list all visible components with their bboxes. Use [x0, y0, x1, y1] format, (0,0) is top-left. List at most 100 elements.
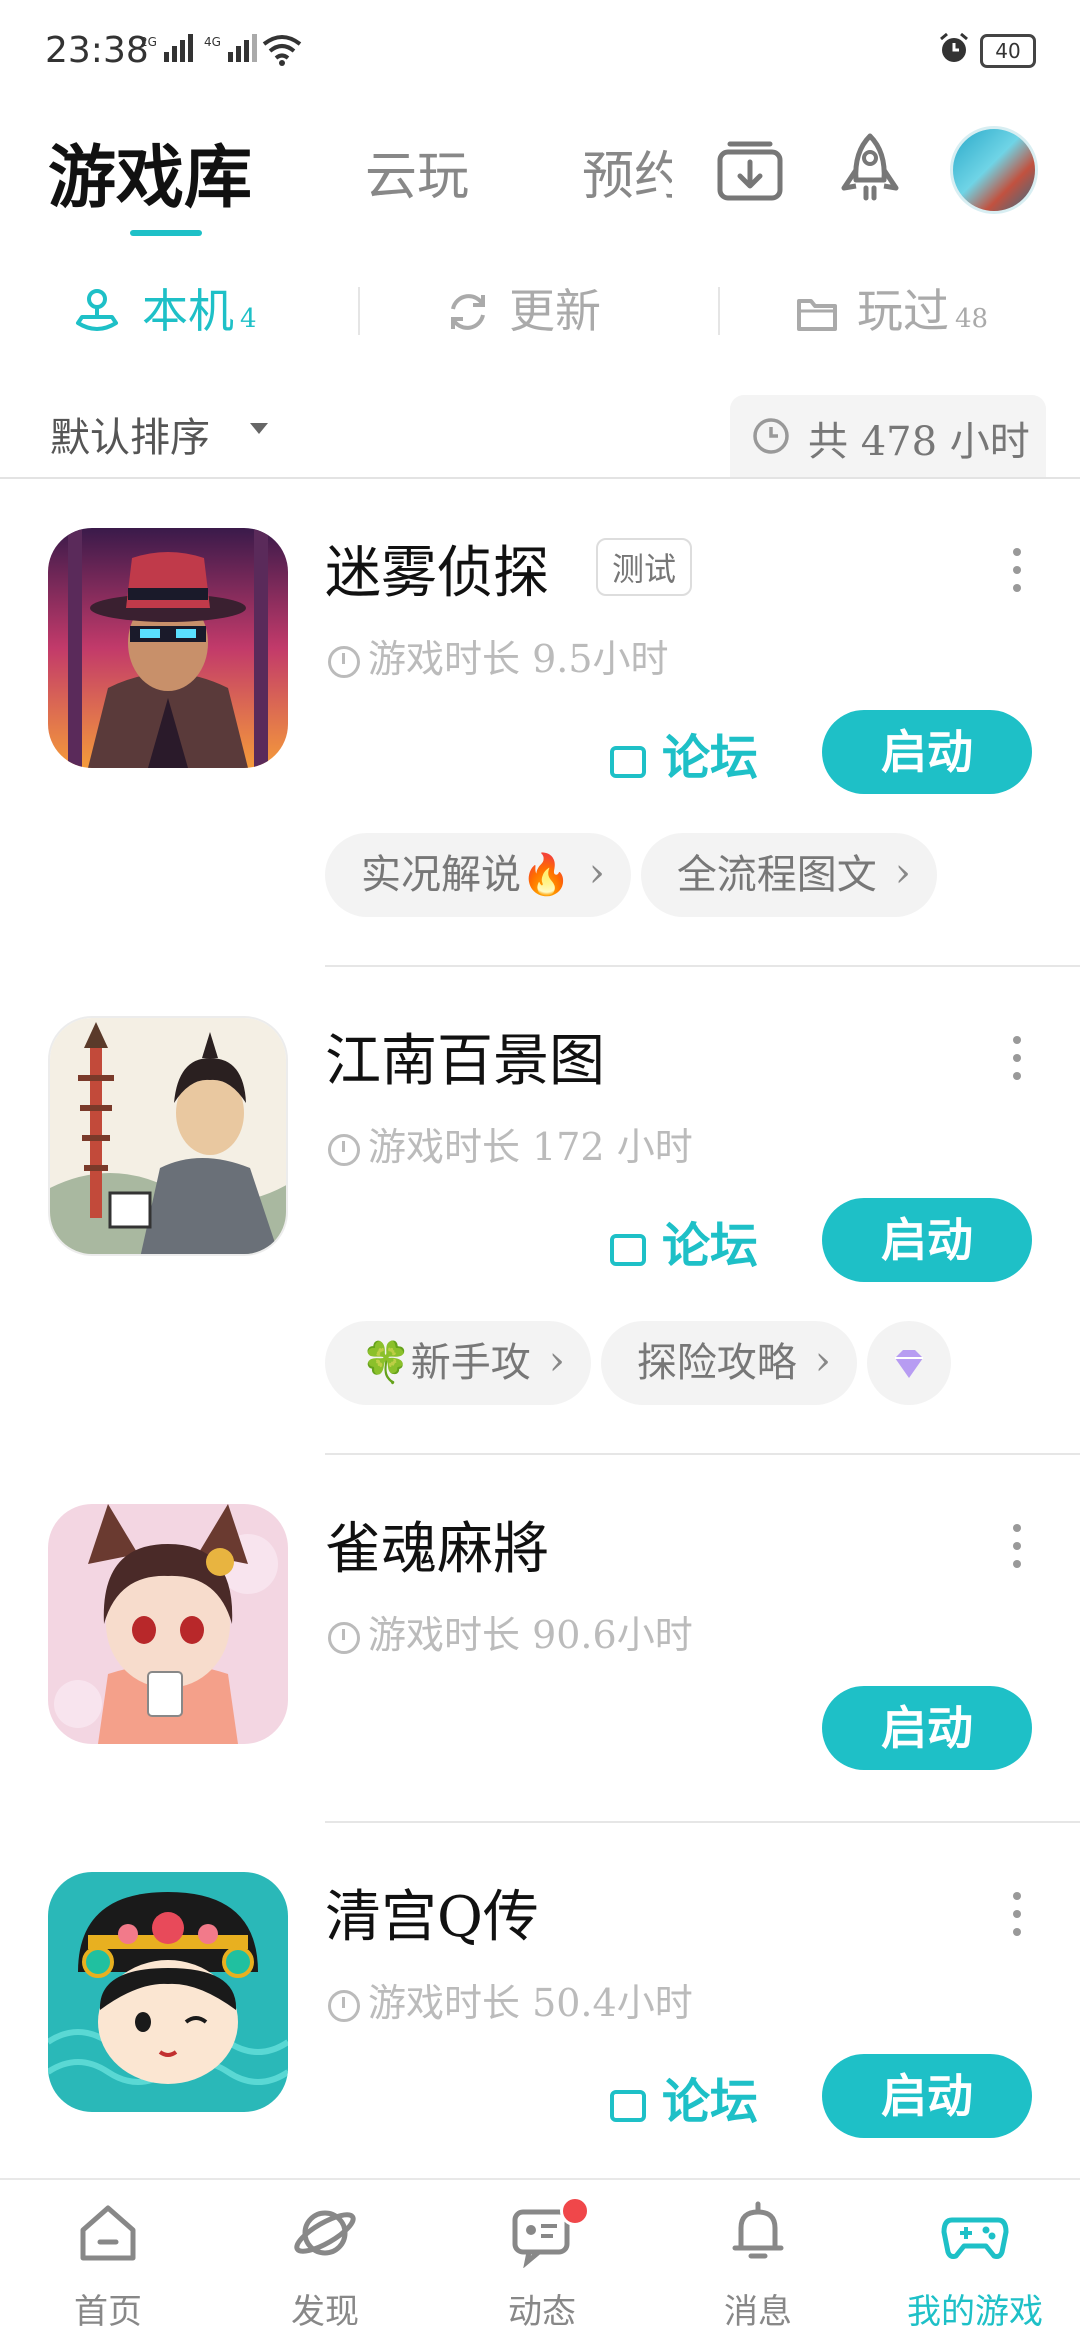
- forum-label: 论坛: [662, 1218, 759, 1274]
- clock-icon: [328, 1622, 360, 1654]
- tab-game-library[interactable]: 游戏库: [48, 122, 252, 221]
- sort-bar: 默认排序 共 478 小时: [0, 395, 1080, 477]
- subtab-local[interactable]: 本机 4: [72, 275, 257, 341]
- game-icon-mist-detective[interactable]: [48, 528, 288, 768]
- total-playtime-label: 共 478 小时: [808, 419, 1030, 465]
- playtime: 游戏时长 90.6小时: [328, 1604, 693, 1659]
- tab-cloud-play[interactable]: 云玩: [365, 134, 469, 209]
- more-options-icon[interactable]: [1012, 1892, 1022, 1952]
- total-playtime: 共 478 小时: [730, 395, 1046, 477]
- subtab-played[interactable]: 玩过 48: [795, 275, 988, 341]
- forum-label: 论坛: [662, 730, 759, 786]
- tab-active-indicator: [130, 230, 202, 236]
- caret-down-icon[interactable]: [250, 423, 268, 434]
- nav-my-games[interactable]: 我的游戏: [895, 2198, 1055, 2333]
- guide-chip[interactable]: 🍀新手攻: [325, 1321, 591, 1405]
- chat-icon: [610, 2090, 646, 2122]
- playtime: 游戏时长 9.5小时: [328, 628, 669, 683]
- forum-label: 论坛: [662, 2074, 759, 2130]
- guide-chips: 实况解说🔥全流程图文: [325, 833, 1080, 917]
- nav-my-games-label: 我的游戏: [907, 2292, 1043, 2332]
- svg-text:4G: 4G: [204, 35, 221, 49]
- launch-button[interactable]: 启动: [822, 1686, 1032, 1770]
- nav-home[interactable]: 首页: [28, 2198, 188, 2333]
- game-title[interactable]: 雀魂麻將: [325, 1504, 549, 1585]
- launch-button[interactable]: 启动: [822, 710, 1032, 794]
- game-title[interactable]: 迷雾侦探: [325, 528, 549, 609]
- nav-feed[interactable]: 动态: [462, 2196, 622, 2333]
- user-avatar[interactable]: [950, 126, 1038, 214]
- nav-home-label: 首页: [74, 2292, 142, 2332]
- subtab-divider: [358, 287, 360, 335]
- clock-icon: [328, 646, 360, 678]
- playtime-text: 游戏时长 172 小时: [368, 1125, 693, 1169]
- forum-button[interactable]: 论坛: [610, 718, 758, 788]
- subtab-update-label: 更新: [509, 284, 601, 338]
- forum-button[interactable]: 论坛: [610, 1206, 758, 1276]
- game-title[interactable]: 清宫Q传: [325, 1872, 539, 1953]
- guide-chip[interactable]: 实况解说🔥: [325, 833, 631, 917]
- subtab-local-label: 本机: [142, 284, 234, 338]
- wifi-icon: [262, 34, 302, 70]
- planet-icon: [294, 2210, 356, 2256]
- more-options-icon[interactable]: [1012, 548, 1022, 608]
- clock-icon: [328, 1990, 360, 2022]
- clock-icon: [328, 1134, 360, 1166]
- subtab-local-count: 4: [240, 304, 257, 334]
- sub-tabs: 本机 4 更新 玩过 48: [0, 265, 1080, 355]
- subtab-played-count: 48: [955, 304, 989, 334]
- playtime: 游戏时长 172 小时: [328, 1116, 693, 1171]
- top-navigation: 游戏库 云玩 预约: [0, 110, 1080, 240]
- game-title[interactable]: 江南百景图: [325, 1016, 605, 1097]
- nav-feed-label: 动态: [508, 2292, 576, 2332]
- joystick-icon: [76, 289, 118, 331]
- divider: [0, 477, 1080, 479]
- game-icon-mahjong-soul[interactable]: [48, 1504, 288, 1744]
- guide-chip[interactable]: 全流程图文: [640, 833, 937, 917]
- tab-preorder[interactable]: 预约: [582, 134, 672, 209]
- guide-chips: 🍀新手攻探险攻略: [325, 1321, 1080, 1405]
- subtab-divider: [718, 287, 720, 335]
- status-time: 23:38: [45, 30, 149, 71]
- game-icon-jiangnan[interactable]: [48, 1016, 288, 1256]
- refresh-icon: [451, 294, 485, 330]
- subtab-played-label: 玩过: [857, 284, 949, 338]
- nav-discover-label: 发现: [291, 2292, 359, 2332]
- more-options-icon[interactable]: [1012, 1524, 1022, 1584]
- playtime-text: 游戏时长 50.4小时: [368, 1981, 693, 2025]
- svg-text:2G: 2G: [140, 35, 157, 49]
- nav-messages-label: 消息: [724, 2292, 792, 2332]
- folder-icon: [797, 299, 837, 331]
- battery-indicator: 40: [980, 34, 1036, 68]
- divider: [325, 965, 1080, 967]
- playtime: 游戏时长 50.4小时: [328, 1972, 693, 2027]
- nav-discover[interactable]: 发现: [245, 2198, 405, 2333]
- guide-chip[interactable]: 探险攻略: [600, 1321, 857, 1405]
- notification-dot: [560, 2196, 590, 2226]
- bottom-navigation: 首页 发现 动态 消息 我的游戏: [0, 2178, 1080, 2342]
- sort-dropdown[interactable]: 默认排序: [50, 405, 210, 463]
- home-icon: [80, 2205, 136, 2261]
- clock-icon: [753, 418, 789, 454]
- launch-button[interactable]: 启动: [822, 1198, 1032, 1282]
- download-icon[interactable]: [710, 130, 790, 210]
- subtab-update[interactable]: 更新: [445, 275, 601, 341]
- nav-messages[interactable]: 消息: [678, 2198, 838, 2333]
- diamond-icon[interactable]: [866, 1321, 951, 1405]
- forum-button[interactable]: 论坛: [610, 2062, 758, 2132]
- divider: [325, 1821, 1080, 1823]
- game-icon-qinggong[interactable]: [48, 1872, 288, 2112]
- divider: [325, 1453, 1080, 1455]
- test-badge: 测试: [596, 538, 693, 596]
- rocket-icon[interactable]: [830, 130, 910, 210]
- launch-button[interactable]: 启动: [822, 2054, 1032, 2138]
- gamepad-icon: [941, 2217, 1009, 2259]
- bell-icon: [732, 2201, 784, 2259]
- status-bar: 23:38 2G 4G 40: [0, 0, 1080, 100]
- more-options-icon[interactable]: [1012, 1036, 1022, 1096]
- chat-icon: [610, 1234, 646, 1266]
- alarm-icon: [938, 32, 970, 64]
- chat-icon: [610, 746, 646, 778]
- playtime-text: 游戏时长 90.6小时: [368, 1613, 693, 1657]
- signal-4g-icon: 4G: [204, 34, 260, 72]
